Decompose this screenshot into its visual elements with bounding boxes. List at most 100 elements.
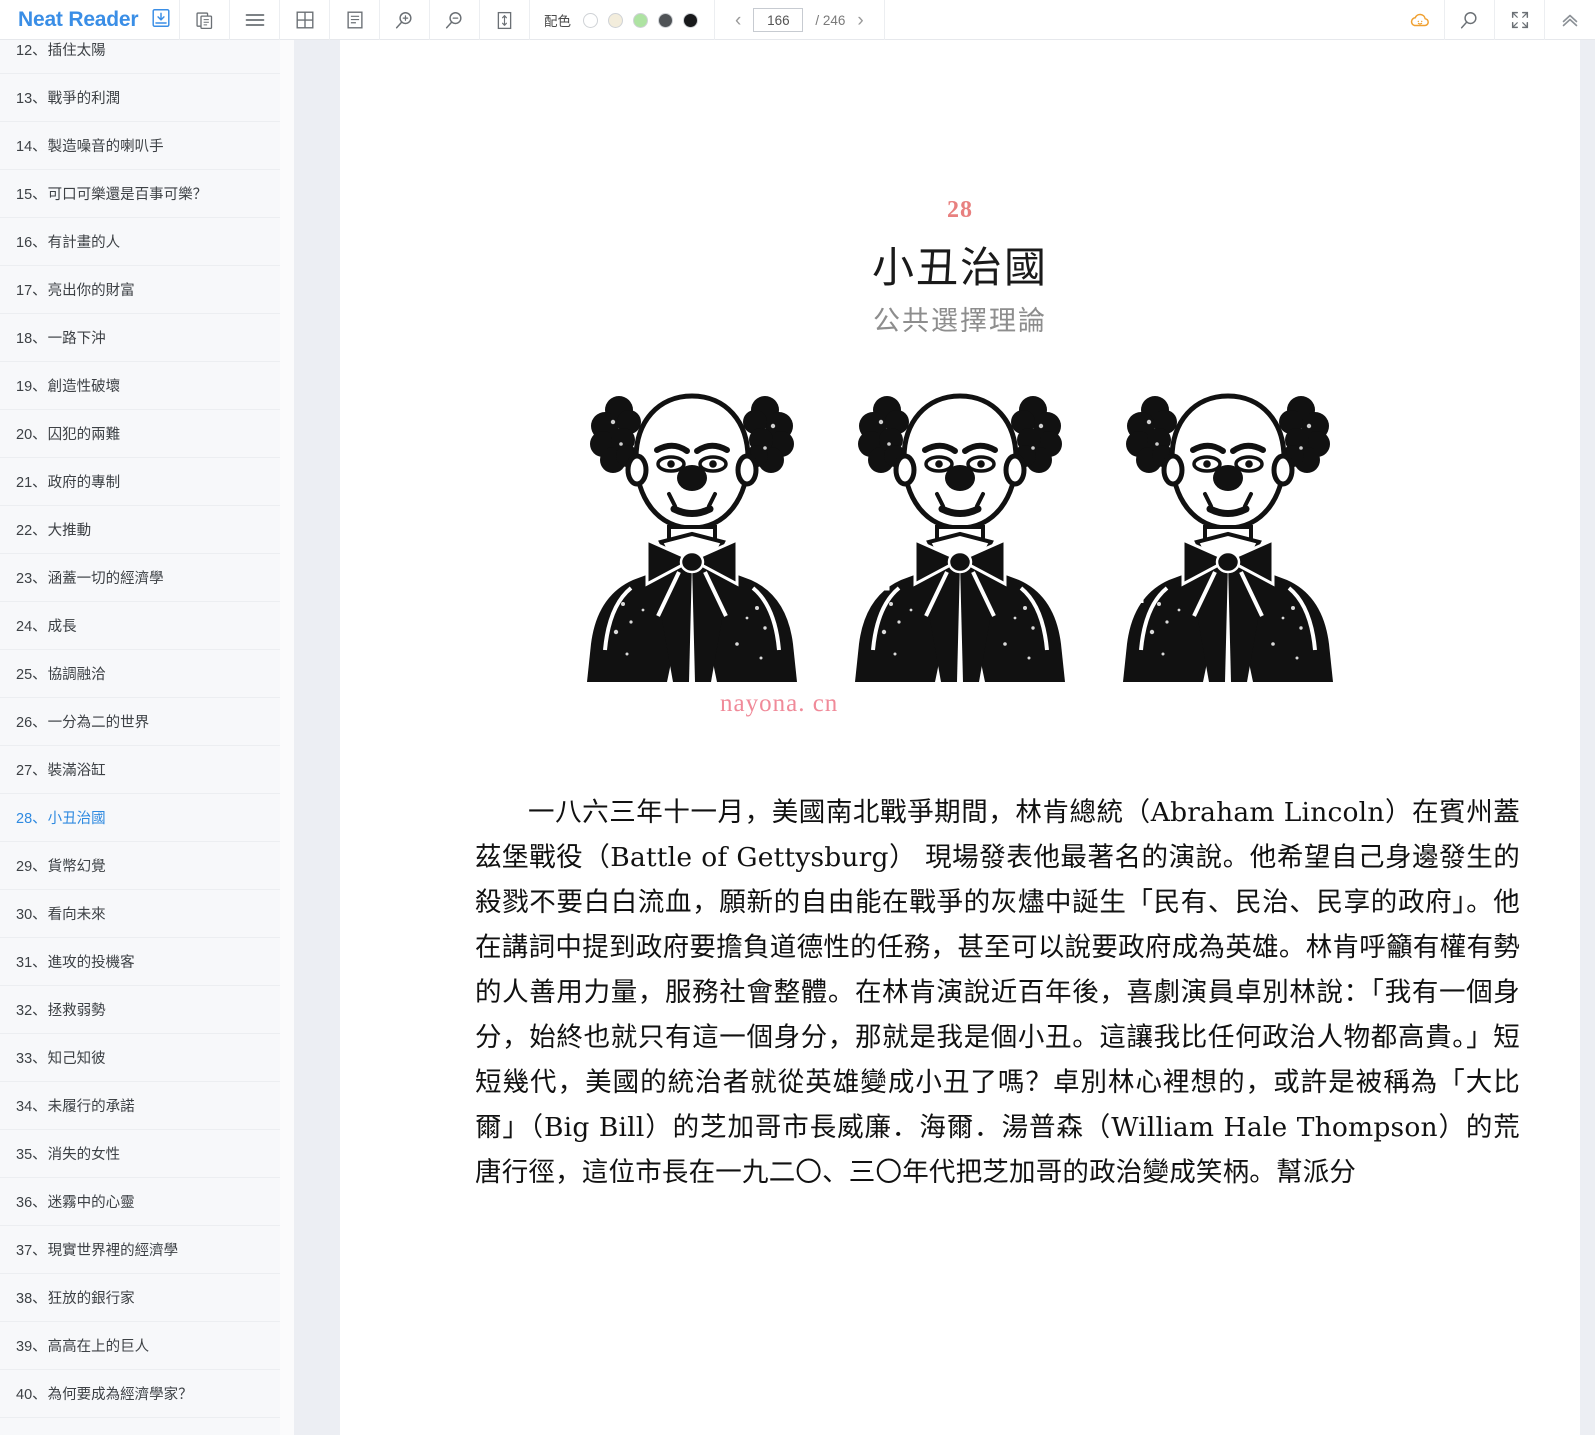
- sidebar-item-1[interactable]: 12、 插住太陽: [0, 40, 280, 74]
- theme-swatch-cream[interactable]: [608, 12, 623, 28]
- toc-item-number: 40、: [16, 1387, 47, 1403]
- sidebar-item-23[interactable]: 34、 未履行的承諾: [0, 1082, 280, 1130]
- grid-layout-icon-button[interactable]: [280, 0, 330, 40]
- toc-item-label: 狂放的銀行家: [47, 1291, 135, 1307]
- sidebar-item-7[interactable]: 18、 一路下沖: [0, 314, 280, 362]
- clown-figure-center: [855, 393, 1065, 682]
- page-number-input[interactable]: [753, 8, 804, 32]
- toc-item-label: 小丑治國: [47, 811, 106, 827]
- clown-figure-right: [1123, 393, 1333, 682]
- save-to-library-icon[interactable]: [150, 7, 172, 34]
- theme-swatch-black[interactable]: [683, 12, 698, 28]
- app-brand: Neat Reader: [0, 0, 180, 40]
- collapse-toolbar-icon: [1558, 8, 1582, 32]
- sidebar-item-14[interactable]: 25、 協調融洽: [0, 650, 280, 698]
- toc-item-label: 插住太陽: [47, 43, 106, 59]
- right-scrollbar-track[interactable]: [1580, 40, 1595, 1435]
- collapse-toolbar-icon-button[interactable]: [1545, 0, 1595, 40]
- prev-page-button[interactable]: ‹: [735, 11, 741, 30]
- sidebar-item-27[interactable]: 38、 狂放的銀行家: [0, 1274, 280, 1322]
- zoom-in-icon: [393, 9, 416, 32]
- sidebar-item-21[interactable]: 32、 拯救弱勢: [0, 986, 280, 1034]
- zoom-in-icon-button[interactable]: [380, 0, 430, 40]
- toc-item-label: 貨幣幻覺: [47, 859, 106, 875]
- gutter-inner-band: [294, 40, 340, 1435]
- toc-item-label: 現實世界裡的經濟學: [47, 1243, 179, 1259]
- toc-item-label: 一路下沖: [47, 331, 106, 347]
- toc-item-number: 39、: [16, 1339, 47, 1355]
- sidebar-item-22[interactable]: 33、 知己知彼: [0, 1034, 280, 1082]
- copy-icon-button[interactable]: [180, 0, 230, 40]
- toc-item-label: 一分為二的世界: [47, 715, 150, 731]
- cloud-sync-icon-button[interactable]: [1395, 0, 1445, 40]
- sidebar-item-3[interactable]: 14、 製造噪音的喇叭手: [0, 122, 280, 170]
- sidebar-item-19[interactable]: 30、 看向未來: [0, 890, 280, 938]
- sidebar-item-8[interactable]: 19、 創造性破壞: [0, 362, 280, 410]
- fullscreen-icon-button[interactable]: [1495, 0, 1545, 40]
- sidebar-item-17[interactable]: 28、 小丑治國: [0, 794, 280, 842]
- toc-item-number: 25、: [16, 667, 47, 683]
- three-clowns-illustration: [340, 382, 1580, 682]
- reader-content-pane: 28 小丑治國 公共選擇理論 nayona. cn 一八六三年十一月，美國南北戰…: [340, 40, 1580, 1435]
- toc-item-label: 裝滿浴缸: [47, 763, 106, 779]
- fullscreen-icon: [1509, 9, 1531, 31]
- sidebar-item-15[interactable]: 26、 一分為二的世界: [0, 698, 280, 746]
- next-page-button[interactable]: ›: [857, 11, 863, 30]
- sidebar-item-4[interactable]: 15、 可口可樂還是百事可樂？: [0, 170, 280, 218]
- clown-figure-left: [587, 393, 797, 682]
- toc-item-label: 可口可樂還是百事可樂？: [47, 187, 208, 203]
- toc-item-label: 為何要成為經濟學家？: [47, 1387, 193, 1403]
- sidebar-item-28[interactable]: 39、 高高在上的巨人: [0, 1322, 280, 1370]
- cloud-sync-icon: [1408, 8, 1432, 32]
- copy-icon: [194, 10, 215, 31]
- toc-item-number: 36、: [16, 1195, 47, 1211]
- toc-item-number: 24、: [16, 619, 47, 635]
- sidebar-item-24[interactable]: 35、 消失的女性: [0, 1130, 280, 1178]
- toc-item-number: 33、: [16, 1051, 47, 1067]
- toc-item-label: 進攻的投機客: [47, 955, 135, 971]
- sidebar-item-26[interactable]: 37、 現實世界裡的經濟學: [0, 1226, 280, 1274]
- toc-item-label: 亮出你的財富: [47, 283, 135, 299]
- toc-item-label: 戰爭的利潤: [47, 91, 121, 107]
- sidebar-item-16[interactable]: 27、 裝滿浴缸: [0, 746, 280, 794]
- table-of-contents-sidebar[interactable]: 12、 插住太陽 13、 戰爭的利潤 14、 製造噪音的喇叭手 15、 可口可樂還是百事可樂？…: [0, 40, 280, 1435]
- menu-icon: [243, 8, 267, 32]
- sidebar-item-11[interactable]: 22、 大推動: [0, 506, 280, 554]
- toc-item-number: 30、: [16, 907, 47, 923]
- toc-item-label: 看向未來: [47, 907, 106, 923]
- site-watermark: nayona. cn: [720, 690, 839, 717]
- sidebar-item-9[interactable]: 20、 囚犯的兩難: [0, 410, 280, 458]
- sidebar-item-2[interactable]: 13、 戰爭的利潤: [0, 74, 280, 122]
- sidebar-item-12[interactable]: 23、 涵蓋一切的經濟學: [0, 554, 280, 602]
- toc-item-number: 22、: [16, 523, 47, 539]
- sidebar-item-5[interactable]: 16、 有計畫的人: [0, 218, 280, 266]
- fit-height-icon: [494, 10, 515, 31]
- grid-layout-icon: [294, 9, 316, 31]
- sidebar-item-18[interactable]: 29、 貨幣幻覺: [0, 842, 280, 890]
- theme-swatch-white[interactable]: [583, 12, 598, 28]
- chapter-subtitle: 公共選擇理論: [873, 306, 1047, 337]
- fit-height-icon-button[interactable]: [480, 0, 530, 40]
- theme-swatch-gray[interactable]: [658, 12, 673, 28]
- toc-item-number: 23、: [16, 571, 47, 587]
- menu-icon-button[interactable]: [230, 0, 280, 40]
- zoom-out-icon-button[interactable]: [430, 0, 480, 40]
- page-layout-icon-button[interactable]: [330, 0, 380, 40]
- toc-item-label: 迷霧中的心靈: [47, 1195, 135, 1211]
- toc-item-number: 28、: [16, 811, 47, 827]
- toc-item-number: 14、: [16, 139, 47, 155]
- toc-item-number: 27、: [16, 763, 47, 779]
- sidebar-item-10[interactable]: 21、 政府的專制: [0, 458, 280, 506]
- sidebar-item-25[interactable]: 36、 迷霧中的心靈: [0, 1178, 280, 1226]
- sidebar-item-6[interactable]: 17、 亮出你的財富: [0, 266, 280, 314]
- toc-item-label: 有計畫的人: [47, 235, 121, 251]
- toc-item-number: 13、: [16, 91, 47, 107]
- sidebar-item-29[interactable]: 40、 為何要成為經濟學家？: [0, 1370, 280, 1418]
- sidebar-item-13[interactable]: 24、 成長: [0, 602, 280, 650]
- theme-swatch-green[interactable]: [633, 12, 648, 28]
- search-icon: [1458, 9, 1481, 32]
- sidebar-item-20[interactable]: 31、 進攻的投機客: [0, 938, 280, 986]
- toc-item-label: 未履行的承諾: [47, 1099, 135, 1115]
- toc-item-label: 製造噪音的喇叭手: [47, 139, 164, 155]
- search-icon-button[interactable]: [1445, 0, 1495, 40]
